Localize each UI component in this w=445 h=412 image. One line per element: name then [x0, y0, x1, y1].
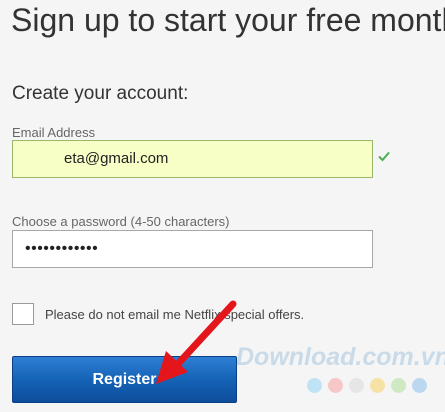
- page-title: Sign up to start your free month: [11, 2, 445, 38]
- checkmark-icon: [378, 151, 390, 162]
- watermark-dot: [307, 378, 322, 393]
- watermark-dot: [391, 378, 406, 393]
- watermark-dot: [349, 378, 364, 393]
- watermark-dot: [412, 378, 427, 393]
- password-label: Choose a password (4-50 characters): [12, 214, 230, 229]
- email-opt-out-label: Please do not email me Netflix special o…: [45, 307, 305, 322]
- register-button[interactable]: Register: [12, 356, 237, 403]
- watermark-dot: [370, 378, 385, 393]
- form-subheading: Create your account:: [12, 83, 189, 104]
- email-opt-out-checkbox[interactable]: [12, 303, 34, 325]
- watermark-text: Download.com.vn: [236, 343, 445, 371]
- password-field[interactable]: ••••••••••••: [12, 230, 373, 268]
- email-label: Email Address: [12, 125, 96, 140]
- watermark-logo: Download.com.vn: [236, 343, 445, 372]
- watermark-dot: [328, 378, 343, 393]
- email-field[interactable]: eta@gmail.com: [12, 140, 373, 178]
